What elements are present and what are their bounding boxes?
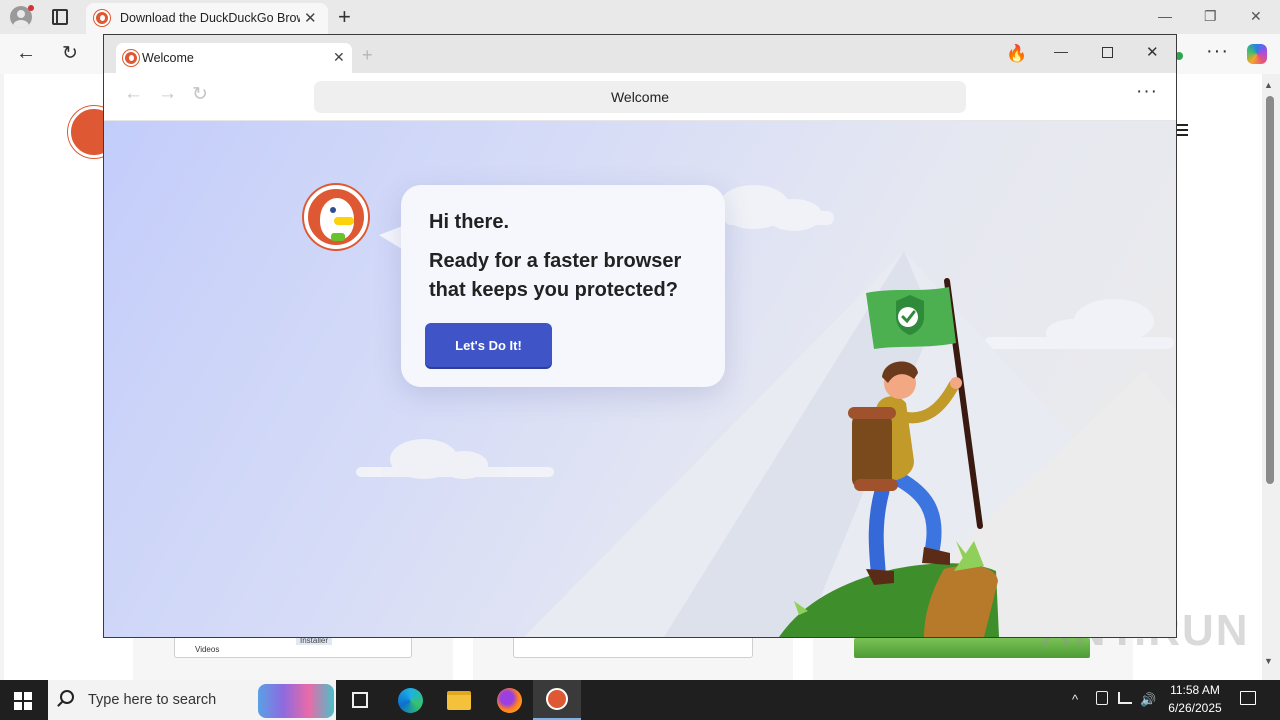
network-icon[interactable] [1118,692,1132,704]
welcome-screen: Hi there. Ready for a faster browser tha… [104,121,1176,637]
ddg-back-button[interactable]: ← [124,83,143,105]
search-highlight-icon [258,684,334,718]
task-view-icon[interactable] [352,692,368,708]
ddg-forward-button[interactable]: → [158,83,177,105]
welcome-speech-bubble: Hi there. Ready for a faster browser tha… [401,185,725,387]
duckduckgo-window: Welcome ✕ + 🔥 — ✕ ← → ↻ Welcome ··· Hi t… [103,34,1177,638]
duckduckgo-taskbar-icon [546,688,568,710]
network-device-icon[interactable] [1096,691,1108,705]
scrollbar-thumb[interactable] [1266,96,1274,484]
profile-notification-dot [28,5,34,11]
ddg-reload-button[interactable]: ↻ [192,83,208,106]
edge-tab-bar: Download the DuckDuckGo Browser ✕ + — ❐ … [0,0,1280,34]
ddg-toolbar: ← → ↻ Welcome ··· [104,73,1176,121]
edge-minimize-button[interactable]: — [1158,8,1172,24]
ddg-more-button[interactable]: ··· [1136,81,1158,103]
ddg-tab-welcome[interactable]: Welcome ✕ [116,43,352,73]
welcome-greeting: Hi there. [429,211,510,233]
duckduckgo-avatar-icon [304,185,368,249]
firefox-icon[interactable] [497,688,522,713]
scroll-down-arrow-icon[interactable]: ▼ [1264,656,1273,666]
taskbar-search-box[interactable]: Type here to search [48,680,336,720]
welcome-pitch: Ready for a faster browser that keeps yo… [429,250,682,301]
edge-tab-download[interactable]: Download the DuckDuckGo Browser ✕ [86,3,328,34]
edge-reload-button[interactable]: ↻ [62,42,78,65]
edge-restore-button[interactable]: ❐ [1204,8,1217,25]
clock-date[interactable]: 6/26/2025 [1160,701,1230,715]
edge-tab-title: Download the DuckDuckGo Browser [120,11,300,25]
edge-back-button[interactable]: ← [16,42,36,65]
windows-start-icon[interactable] [14,692,32,710]
edge-close-button[interactable]: ✕ [1250,8,1262,25]
ddg-minimize-button[interactable]: — [1054,43,1068,59]
ddg-address-bar[interactable]: Welcome [314,81,966,113]
duckduckgo-favicon-icon [123,50,139,66]
scroll-up-arrow-icon[interactable]: ▲ [1264,80,1273,90]
tray-chevron-icon[interactable]: ^ [1072,692,1078,707]
duck-bowtie [331,233,345,241]
ddg-tab-title: Welcome [142,51,194,65]
fire-button-icon[interactable]: 🔥 [1006,44,1027,64]
file-explorer-icon[interactable] [447,691,471,710]
tab-actions-icon[interactable] [52,9,68,25]
notification-center-icon[interactable] [1240,691,1256,705]
copilot-icon[interactable] [1247,44,1267,64]
volume-icon[interactable]: 🔊 [1140,692,1156,708]
search-icon [60,690,74,704]
ddg-new-tab-button[interactable]: + [362,45,373,66]
edge-tab-close-button[interactable]: ✕ [304,9,317,27]
duckduckgo-favicon-icon [94,10,110,26]
edge-taskbar-icon[interactable] [398,688,423,713]
card-thumbnail [513,636,753,658]
duckduckgo-taskbar-button[interactable] [533,680,581,720]
lets-do-it-button[interactable]: Let's Do It! [425,323,552,367]
windows-taskbar: Type here to search ^ 🔊 11:58 AM 6/26/20… [0,680,1280,720]
edge-new-tab-button[interactable]: + [338,4,351,30]
duck-eye [330,207,336,213]
duck-beak [334,217,354,225]
ddg-tab-bar: Welcome ✕ + 🔥 — ✕ [104,35,1176,73]
ddg-tab-close-button[interactable]: ✕ [333,49,345,66]
thumbnail-label-videos: Videos [195,645,220,654]
clock-time[interactable]: 11:58 AM [1160,683,1230,697]
edge-more-button[interactable]: ··· [1206,40,1229,63]
card-thumbnail: Videos [174,636,412,658]
ddg-close-button[interactable]: ✕ [1146,43,1159,61]
ddg-maximize-button[interactable] [1102,47,1113,58]
taskbar-search-placeholder: Type here to search [88,692,217,708]
